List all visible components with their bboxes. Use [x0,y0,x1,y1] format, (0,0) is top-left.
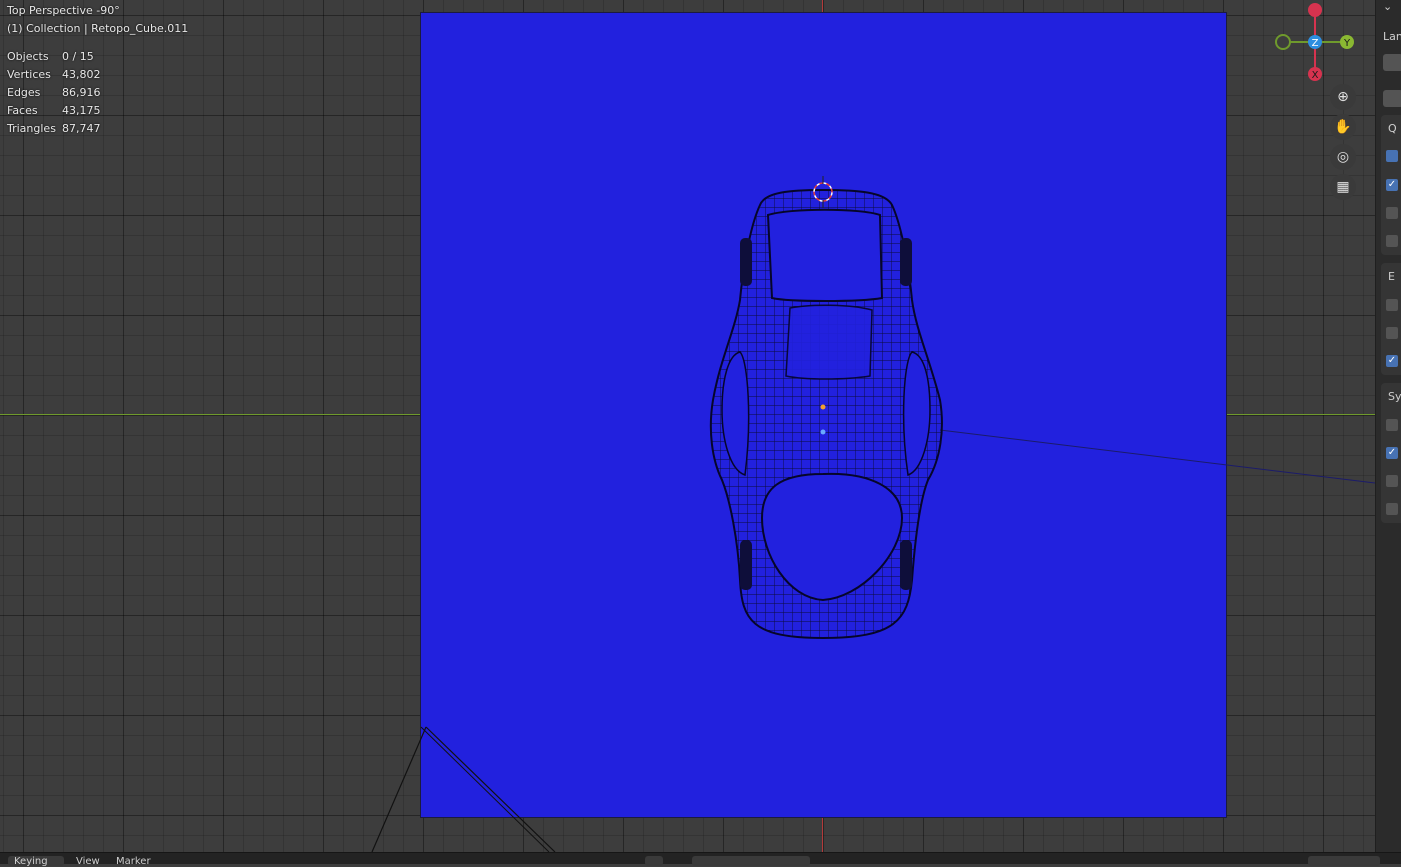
stat-value: 0 / 15 [62,50,94,63]
sidebar-section-label: E [1388,270,1395,283]
timeline-header[interactable]: Keying View Marker [0,852,1401,867]
sidebar-section-label: Sy [1388,390,1401,403]
keying-menu-label: Keying [14,856,48,867]
front-left-wheel [740,238,752,286]
sidebar-field[interactable] [1383,90,1401,107]
sidebar-checkbox[interactable]: ✓ [1386,179,1398,191]
rear-left-wheel [740,540,752,590]
sidebar-checkbox[interactable] [1386,299,1398,311]
stat-value: 43,175 [62,104,101,117]
sidebar-label: Lan [1383,30,1401,43]
camera-icon[interactable]: ◎ [1330,144,1356,170]
sidebar-checkbox[interactable] [1386,503,1398,515]
playback-controls[interactable] [692,856,810,866]
light-origin-dot [820,429,826,435]
marker-menu[interactable]: Marker [116,856,151,867]
gizmo-x-label: X [1312,70,1319,81]
view-menu[interactable]: View [76,856,100,867]
camera-frustum-line [420,726,550,852]
gizmo-negative-y-icon[interactable] [1275,34,1291,50]
gizmo-x-icon[interactable]: X [1308,67,1322,81]
stat-value: 86,916 [62,86,101,99]
3d-viewport[interactable]: Top Perspective -90° (1) Collection | Re… [0,0,1375,852]
sidebar-checkbox[interactable] [1386,207,1398,219]
gizmo-y-label: Y [1343,38,1351,49]
view-name-label: Top Perspective -90° [7,4,120,17]
camera-frustum-line [425,726,556,852]
stat-row: Faces 43,175 [7,102,188,120]
stat-row: Vertices 43,802 [7,66,188,84]
stat-label: Faces [7,104,38,117]
collapse-chevron-icon[interactable]: ⌄ [1383,0,1392,13]
sidebar-section-label: Q [1388,122,1397,135]
stat-label: Vertices [7,68,51,81]
record-button[interactable] [645,856,663,866]
stat-row: Edges 86,916 [7,84,188,102]
gizmo-z-icon[interactable]: Z [1308,35,1322,49]
windshield-opening [766,208,884,302]
gizmo-z-label: Z [1312,38,1319,49]
sidebar-checkbox[interactable] [1386,235,1398,247]
navigation-gizmo[interactable]: X Y Z [1270,0,1360,90]
car-wireframe-mesh[interactable] [0,0,1375,852]
front-right-wheel [900,238,912,286]
sidebar-field[interactable] [1383,54,1401,71]
gizmo-negative-x-icon[interactable] [1308,3,1322,17]
pan-hand-icon[interactable]: ✋ [1330,114,1356,140]
gizmo-y-icon[interactable]: Y [1340,35,1354,49]
viewport-info-overlay: Top Perspective -90° (1) Collection | Re… [7,2,188,138]
stat-row: Objects 0 / 15 [7,48,188,66]
sidebar-checkbox[interactable] [1386,327,1398,339]
stat-label: Objects [7,50,49,63]
zoom-icon[interactable]: ⊕ [1330,84,1356,110]
frame-field[interactable] [1308,856,1380,866]
object-origin-dot [820,404,826,410]
sidebar-checkbox[interactable] [1386,419,1398,431]
camera-frustum-line [371,726,427,852]
sidebar-checkbox[interactable] [1386,475,1398,487]
collection-label: (1) Collection | Retopo_Cube.011 [7,22,189,35]
roof-opening [785,304,873,380]
sidebar-panel[interactable]: ⌄ Lan Q ✓ E ✓ Sy ✓ [1375,0,1401,852]
light-direction-line [939,429,1375,484]
stat-label: Edges [7,86,41,99]
rear-right-wheel [900,540,912,590]
sidebar-toggle[interactable] [1386,150,1398,162]
stat-value: 43,802 [62,68,101,81]
sidebar-checkbox[interactable]: ✓ [1386,447,1398,459]
stat-value: 87,747 [62,122,101,135]
sidebar-checkbox[interactable]: ✓ [1386,355,1398,367]
grid-toggle-icon[interactable]: ▦ [1330,174,1356,200]
stat-row: Triangles 87,747 [7,120,188,138]
stat-label: Triangles [7,122,56,135]
